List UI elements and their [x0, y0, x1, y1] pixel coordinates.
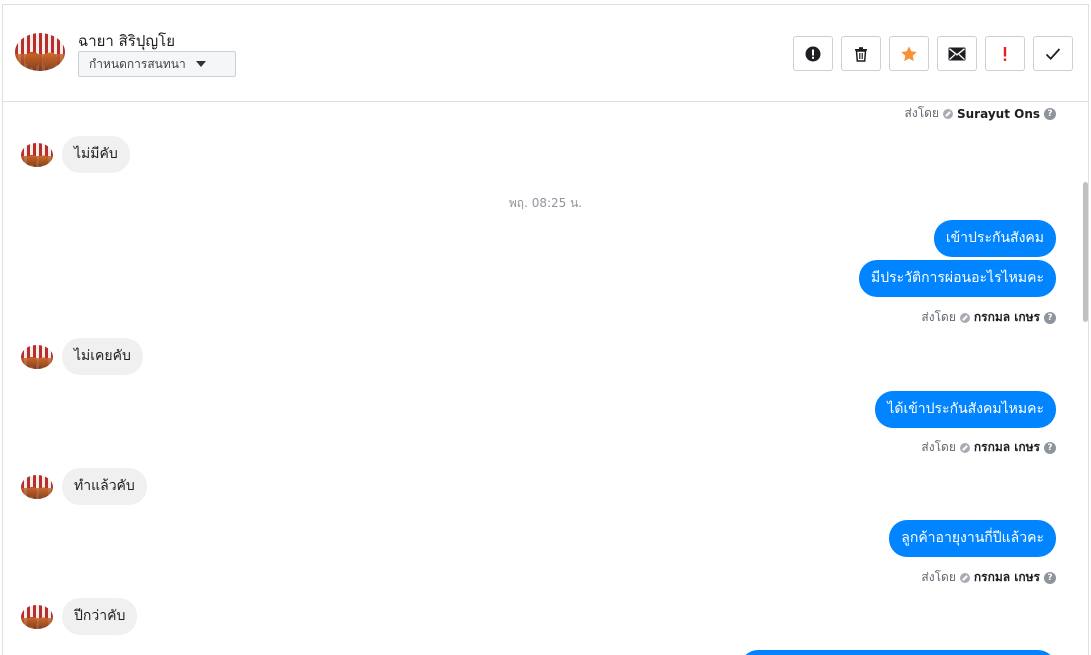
exclamation-icon	[1003, 46, 1007, 61]
outgoing-bubble-partial[interactable]	[740, 650, 1056, 655]
sent-by-label: ส่งโดย	[921, 310, 956, 324]
delete-button[interactable]	[841, 36, 881, 71]
sender-avatar[interactable]	[21, 344, 53, 369]
verified-dot-icon	[959, 312, 970, 323]
header-actions	[793, 36, 1073, 71]
incoming-message: ทำแล้วคับ	[21, 468, 147, 505]
incoming-bubble[interactable]: ปีกว่าคับ	[62, 598, 138, 635]
incoming-message: ไม่เคยคับ	[21, 338, 143, 375]
mark-spam-button[interactable]	[793, 36, 833, 71]
check-icon	[1045, 47, 1061, 60]
verified-dot-icon	[959, 442, 970, 453]
caret-down-icon	[195, 61, 206, 67]
sent-by-line: ส่งโดย Surayut Ons ?	[905, 104, 1056, 123]
agent-name[interactable]: Surayut Ons	[957, 107, 1040, 121]
conversation-header: ฉายา สิริปุญโย กำหนดการสนทนา	[3, 5, 1088, 102]
agent-name[interactable]: กรกมล เกษร	[974, 438, 1040, 457]
outgoing-bubble[interactable]: ลูกค้าอายุงานกี่ปีแล้วคะ	[889, 520, 1056, 557]
outgoing-bubble[interactable]: มีประวัติการผ่อนอะไรไหมคะ	[858, 260, 1056, 297]
scrollbar[interactable]	[1082, 102, 1088, 655]
sent-by-line: ส่งโดย กรกมล เกษร ?	[921, 438, 1056, 457]
message-timestamp: พฤ. 08:25 น.	[508, 196, 583, 210]
incoming-message: ไม่มีคับ	[21, 136, 130, 173]
mark-unread-button[interactable]	[937, 36, 977, 71]
conversation-status-dropdown[interactable]: กำหนดการสนทนา	[78, 51, 236, 77]
outgoing-bubble[interactable]: เข้าประกันสังคม	[933, 220, 1056, 257]
help-icon[interactable]: ?	[1044, 441, 1056, 454]
follow-up-button[interactable]	[985, 36, 1025, 71]
star-icon	[901, 45, 917, 61]
sender-avatar[interactable]	[21, 474, 53, 499]
verified-dot-icon	[959, 572, 970, 583]
message-thread[interactable]: ส่งโดย Surayut Ons ? ไม่มีคับ พฤ. 08:25 …	[3, 102, 1088, 655]
incoming-message: ปีกว่าคับ	[21, 598, 138, 635]
sent-by-line: ส่งโดย กรกมล เกษร ?	[921, 568, 1056, 587]
help-icon[interactable]: ?	[1044, 107, 1056, 120]
sent-by-line: ส่งโดย กรกมล เกษร ?	[921, 308, 1056, 327]
envelope-icon	[948, 47, 966, 60]
contact-avatar[interactable]	[15, 33, 65, 71]
incoming-bubble[interactable]: ไม่มีคับ	[62, 136, 130, 173]
agent-name[interactable]: กรกมล เกษร	[974, 568, 1040, 587]
alert-circle-icon	[805, 46, 821, 61]
sender-avatar[interactable]	[21, 604, 53, 629]
outgoing-bubble[interactable]: ได้เข้าประกันสังคมไหมคะ	[875, 391, 1056, 428]
sent-by-label: ส่งโดย	[921, 570, 956, 584]
incoming-bubble[interactable]: ทำแล้วคับ	[62, 468, 147, 505]
mark-done-button[interactable]	[1033, 36, 1073, 71]
star-button[interactable]	[889, 36, 929, 71]
contact-name[interactable]: ฉายา สิริปุญโย	[78, 29, 175, 53]
agent-name[interactable]: กรกมล เกษร	[974, 308, 1040, 327]
status-select-label: กำหนดการสนทนา	[89, 56, 186, 71]
trash-icon	[855, 46, 867, 62]
verified-dot-icon	[943, 108, 953, 119]
chat-window: ฉายา สิริปุญโย กำหนดการสนทนา ส่งโดย Sura…	[2, 4, 1089, 655]
sender-avatar[interactable]	[21, 142, 53, 167]
help-icon[interactable]: ?	[1044, 311, 1056, 324]
sent-by-label: ส่งโดย	[904, 106, 939, 120]
help-icon[interactable]: ?	[1044, 571, 1056, 584]
scrollbar-thumb[interactable]	[1083, 182, 1088, 322]
sent-by-label: ส่งโดย	[921, 440, 956, 454]
incoming-bubble[interactable]: ไม่เคยคับ	[62, 338, 143, 375]
